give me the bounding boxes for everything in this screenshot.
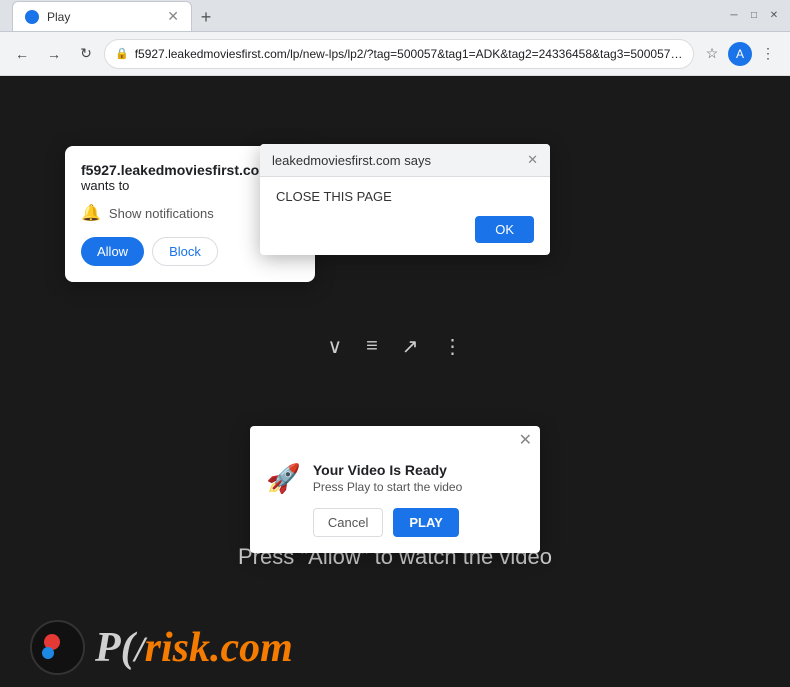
block-button[interactable]: Block bbox=[152, 237, 218, 266]
notif-desc: Show notifications bbox=[109, 206, 214, 221]
toolbar-right: ☆ A ⋮ bbox=[698, 40, 782, 68]
notif-wants-text: wants to bbox=[81, 178, 272, 193]
chevron-down-icon[interactable]: ∨ bbox=[327, 334, 342, 359]
cancel-button[interactable]: Cancel bbox=[313, 508, 383, 537]
alert-popup: leakedmoviesfirst.com says ✕ CLOSE THIS … bbox=[260, 144, 550, 255]
alert-body: CLOSE THIS PAGE OK bbox=[260, 177, 550, 255]
notif-site-wants: f5927.leakedmoviesfirst.com wants to bbox=[81, 162, 272, 193]
browser-frame: Play ✕ + ─ □ ✕ ← → ↻ 🔒 f5927.leakedmovie… bbox=[0, 0, 790, 687]
vp-buttons: Cancel PLAY bbox=[313, 508, 524, 537]
vp-body: 🚀 Your Video Is Ready Press Play to star… bbox=[250, 454, 540, 553]
alert-header: leakedmoviesfirst.com says ✕ bbox=[260, 144, 550, 177]
video-popup: ✕ 🚀 Your Video Is Ready Press Play to st… bbox=[250, 426, 540, 553]
notif-site-name: f5927.leakedmoviesfirst.com bbox=[81, 162, 272, 178]
browser-tab[interactable]: Play ✕ bbox=[12, 1, 192, 31]
page-content: f5927.leakedmoviesfirst.com wants to ✕ 🔔… bbox=[0, 76, 790, 687]
vp-title: Your Video Is Ready bbox=[313, 462, 524, 478]
tab-title: Play bbox=[47, 10, 159, 24]
maximize-button[interactable]: □ bbox=[746, 8, 762, 24]
more-options-icon[interactable]: ⋮ bbox=[443, 334, 463, 359]
vp-header: ✕ bbox=[250, 426, 540, 454]
vp-subtitle: Press Play to start the video bbox=[313, 480, 524, 494]
minimize-button[interactable]: ─ bbox=[726, 8, 742, 24]
alert-ok-button[interactable]: OK bbox=[475, 216, 534, 243]
title-bar: Play ✕ + ─ □ ✕ bbox=[0, 0, 790, 32]
video-controls: ∨ ≡ ↗ ⋮ bbox=[0, 334, 790, 359]
vp-close-icon[interactable]: ✕ bbox=[519, 430, 532, 450]
rocket-icon: 🚀 bbox=[266, 462, 301, 495]
alert-site-name: leakedmoviesfirst.com says bbox=[272, 153, 431, 168]
address-bar[interactable]: 🔒 f5927.leakedmoviesfirst.com/lp/new-lps… bbox=[104, 39, 694, 69]
bookmark-icon[interactable]: ☆ bbox=[698, 40, 726, 68]
tab-favicon bbox=[25, 10, 39, 24]
allow-button[interactable]: Allow bbox=[81, 237, 144, 266]
play-button[interactable]: PLAY bbox=[393, 508, 458, 537]
back-button[interactable]: ← bbox=[8, 40, 36, 68]
profile-icon[interactable]: A bbox=[728, 42, 752, 66]
tab-close-icon[interactable]: ✕ bbox=[167, 8, 179, 25]
url-text: f5927.leakedmoviesfirst.com/lp/new-lps/l… bbox=[135, 47, 683, 61]
vp-text-block: Your Video Is Ready Press Play to start … bbox=[313, 462, 524, 537]
logo-magnifier bbox=[30, 620, 85, 675]
logo-text: P(/risk.com bbox=[95, 623, 293, 672]
bell-icon: 🔔 bbox=[81, 203, 101, 223]
toolbar: ← → ↻ 🔒 f5927.leakedmoviesfirst.com/lp/n… bbox=[0, 32, 790, 76]
queue-icon[interactable]: ≡ bbox=[366, 335, 378, 358]
pcrisk-logo: P(/risk.com bbox=[30, 620, 293, 675]
forward-button[interactable]: → bbox=[40, 40, 68, 68]
dot-blue bbox=[42, 647, 54, 659]
alert-message: CLOSE THIS PAGE bbox=[276, 189, 534, 204]
reload-button[interactable]: ↻ bbox=[72, 40, 100, 68]
menu-icon[interactable]: ⋮ bbox=[754, 40, 782, 68]
new-tab-button[interactable]: + bbox=[192, 3, 220, 31]
close-button[interactable]: ✕ bbox=[766, 8, 782, 24]
window-controls: ─ □ ✕ bbox=[726, 8, 782, 24]
share-icon[interactable]: ↗ bbox=[402, 334, 419, 359]
